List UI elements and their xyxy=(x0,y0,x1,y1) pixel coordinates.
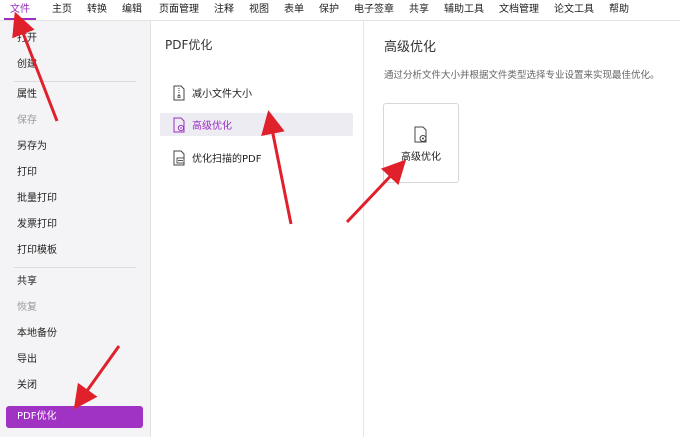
option-reduce-file-size[interactable]: 减小文件大小 xyxy=(160,81,353,104)
file-scan-icon xyxy=(170,149,188,167)
pane-title: PDF优化 xyxy=(165,38,213,52)
menu-page-management[interactable]: 页面管理 xyxy=(153,0,205,20)
sidebar-divider xyxy=(14,267,136,268)
sidebar-item-save: 保存 xyxy=(17,115,37,126)
sidebar-item-print[interactable]: 打印 xyxy=(6,162,143,184)
sidebar-item-share[interactable]: 共享 xyxy=(6,271,143,293)
file-gear-icon xyxy=(413,126,429,147)
sidebar-item-properties[interactable]: 属性 xyxy=(6,84,143,106)
file-gear-icon xyxy=(170,116,188,134)
menu-bar: 文件 主页 转换 编辑 页面管理 注释 视图 表单 保护 电子签章 共享 辅助工… xyxy=(0,0,680,21)
detail-pane: 高级优化 通过分析文件大小并根据文件类型选择专业设置来实现最佳优化。 高级优化 xyxy=(364,21,680,437)
option-optimize-scanned-pdf[interactable]: 优化扫描的PDF xyxy=(160,146,353,169)
menu-convert[interactable]: 转换 xyxy=(81,0,113,20)
menu-forms[interactable]: 表单 xyxy=(278,0,310,20)
optimize-options-pane: PDF优化 减小文件大小 高级优化 优化扫描的PDF xyxy=(151,21,364,437)
menu-document-management[interactable]: 文档管理 xyxy=(493,0,545,20)
file-sidebar: 打开 创建 属性 保存 另存为 打印 批量打印 发票打印 打印模板 共享 恢复 … xyxy=(0,21,151,437)
menu-e-signature[interactable]: 电子签章 xyxy=(348,0,400,20)
file-zip-icon xyxy=(170,84,188,102)
advanced-optimize-card[interactable]: 高级优化 xyxy=(383,103,459,183)
menu-tools[interactable]: 辅助工具 xyxy=(438,0,490,20)
sidebar-item-create[interactable]: 创建 xyxy=(6,54,143,76)
menu-view[interactable]: 视图 xyxy=(243,0,275,20)
sidebar-item-batch-print[interactable]: 批量打印 xyxy=(6,188,143,210)
option-label: 优化扫描的PDF xyxy=(192,154,262,165)
sidebar-item-print-template[interactable]: 打印模板 xyxy=(6,240,143,262)
sidebar-item-invoice-print[interactable]: 发票打印 xyxy=(6,214,143,236)
menu-edit[interactable]: 编辑 xyxy=(116,0,148,20)
menu-help[interactable]: 帮助 xyxy=(603,0,635,20)
option-advanced-optimize[interactable]: 高级优化 xyxy=(160,113,353,136)
menu-thesis-tools[interactable]: 论文工具 xyxy=(548,0,600,20)
menu-file[interactable]: 文件 xyxy=(4,0,36,20)
card-label: 高级优化 xyxy=(401,152,441,163)
sidebar-item-pdf-optimize[interactable]: PDF优化 xyxy=(6,406,143,428)
menu-home[interactable]: 主页 xyxy=(46,0,78,20)
option-label: 减小文件大小 xyxy=(192,89,252,100)
sidebar-item-close[interactable]: 关闭 xyxy=(6,375,143,397)
sidebar-item-local-backup[interactable]: 本地备份 xyxy=(6,323,143,345)
detail-description: 通过分析文件大小并根据文件类型选择专业设置来实现最佳优化。 xyxy=(384,70,660,81)
detail-title: 高级优化 xyxy=(384,40,437,55)
sidebar-item-export[interactable]: 导出 xyxy=(6,349,143,371)
menu-annotate[interactable]: 注释 xyxy=(208,0,240,20)
sidebar-divider xyxy=(14,81,136,82)
sidebar-item-restore: 恢复 xyxy=(17,302,37,313)
menu-share[interactable]: 共享 xyxy=(403,0,435,20)
menu-protect[interactable]: 保护 xyxy=(313,0,345,20)
option-label: 高级优化 xyxy=(192,121,232,132)
sidebar-item-save-as[interactable]: 另存为 xyxy=(6,136,143,158)
sidebar-item-open[interactable]: 打开 xyxy=(6,28,143,50)
